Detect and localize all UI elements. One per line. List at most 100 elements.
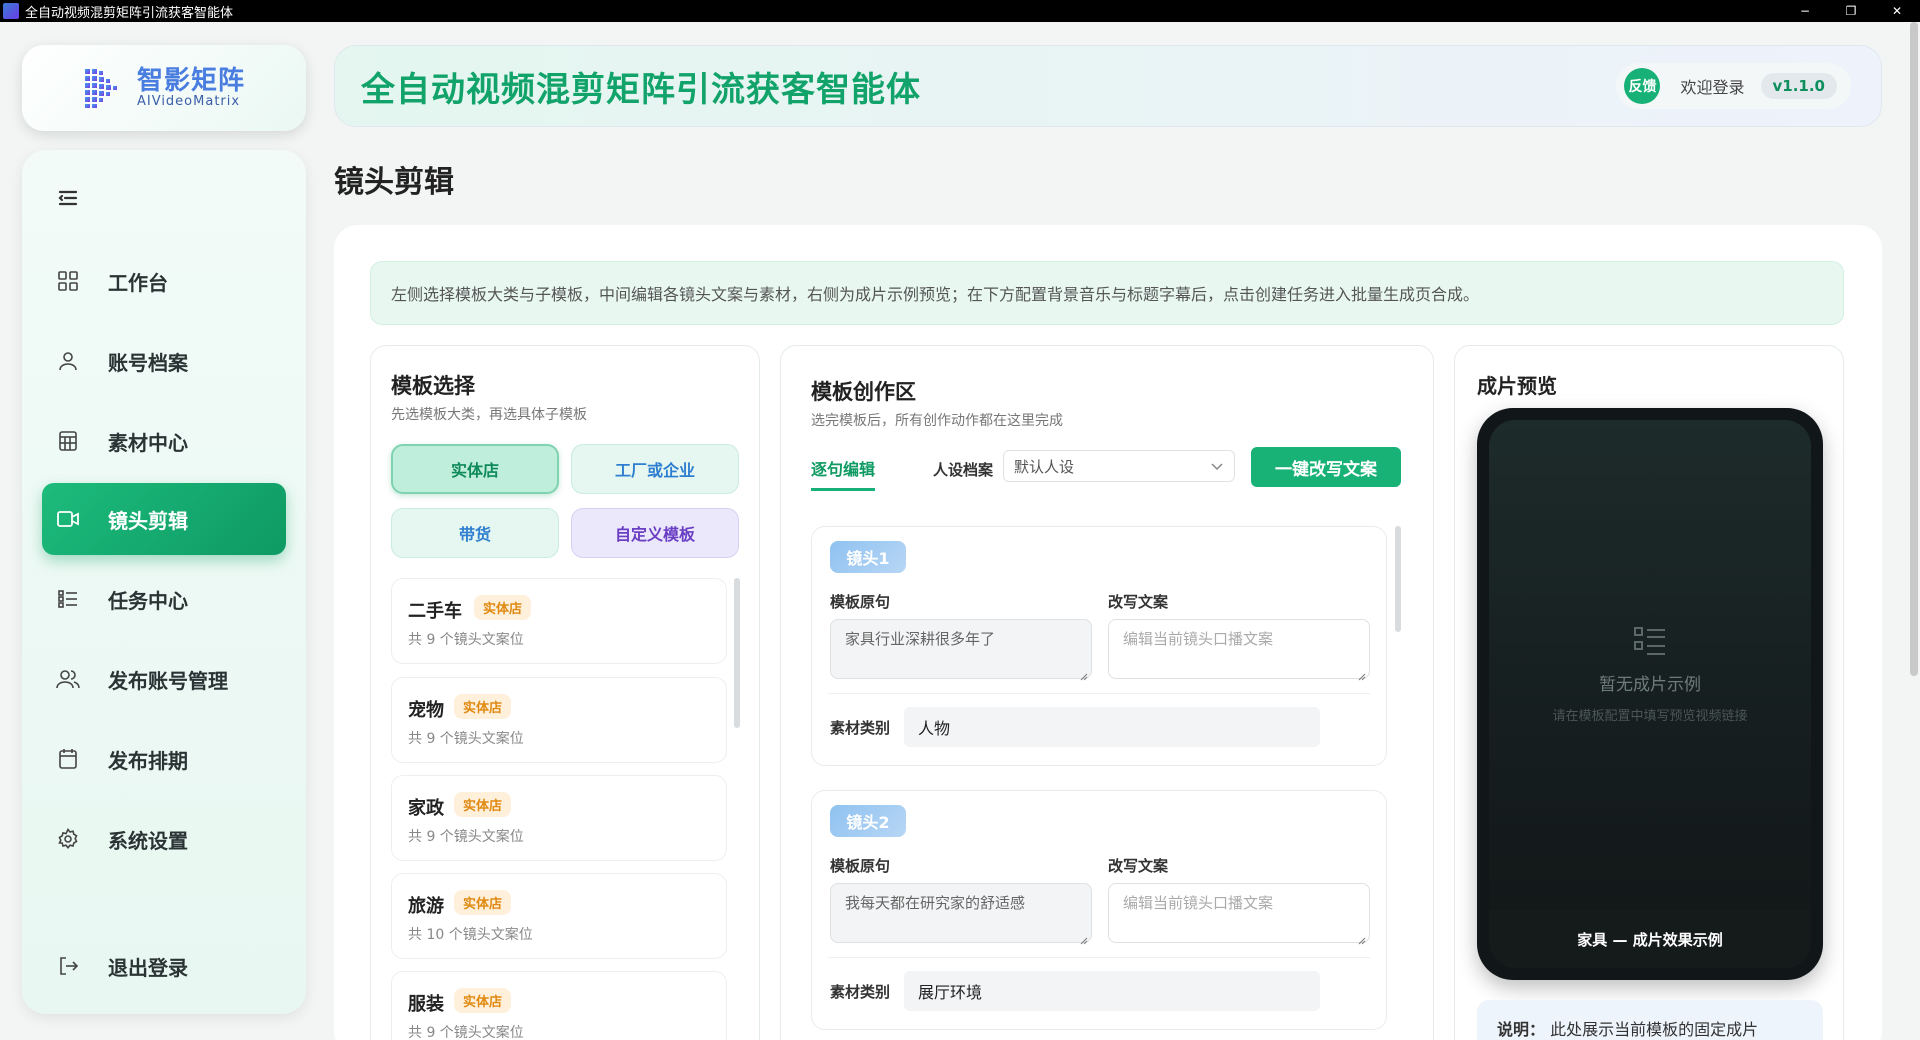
rewrite-label: 改写文案 xyxy=(1108,593,1169,611)
welcome-login-link[interactable]: 欢迎登录 xyxy=(1680,74,1744,98)
video-camera-icon xyxy=(56,507,80,531)
rewrite-all-button[interactable]: 一键改写文案 xyxy=(1251,447,1401,487)
template-badge: 实体店 xyxy=(454,694,512,719)
resize-grip-icon[interactable] xyxy=(1358,667,1366,681)
original-sentence-field: 我每天都在研究家的舒适感 xyxy=(830,883,1092,945)
logo-cn-text: 智影矩阵 xyxy=(136,66,245,96)
sidebar-item-account-profile[interactable]: 账号档案 xyxy=(42,325,286,397)
editor-scrollbar[interactable] xyxy=(1395,526,1401,632)
category-physical-store[interactable]: 实体店 xyxy=(391,444,559,494)
original-label: 模板原句 xyxy=(830,857,891,875)
template-badge: 实体店 xyxy=(454,792,512,817)
logo-card: 智影矩阵 AIVideoMatrix xyxy=(22,45,306,131)
user-icon xyxy=(56,349,80,373)
editor-panel: 模板创作区 选完模板后，所有创作动作都在这里完成 逐句编辑 人设档案 默认人设 … xyxy=(780,345,1434,1040)
template-item[interactable]: 二手车 实体店 共 9 个镜头文案位 xyxy=(391,578,727,664)
template-item[interactable]: 服装 实体店 共 9 个镜头文案位 xyxy=(391,971,727,1040)
sidebar-item-label: 任务中心 xyxy=(108,588,188,613)
calculator-icon xyxy=(56,429,80,453)
original-sentence-text: 家具行业深耕很多年了 xyxy=(845,630,996,648)
divider xyxy=(828,693,1370,694)
app-icon xyxy=(3,3,19,19)
material-category-field[interactable]: 展厅环境 xyxy=(904,971,1320,1011)
shot-badge: 镜头1 xyxy=(830,541,906,573)
sidebar-item-task-center[interactable]: 任务中心 xyxy=(42,563,286,635)
app-title: 全自动视频混剪矩阵引流获客智能体 xyxy=(361,69,921,110)
material-category-field[interactable]: 人物 xyxy=(904,707,1320,747)
category-factory[interactable]: 工厂或企业 xyxy=(571,444,739,494)
sidebar-item-workbench[interactable]: 工作台 xyxy=(42,245,286,317)
users-icon xyxy=(56,667,80,691)
preview-note: 说明： 此处展示当前模板的固定成片 xyxy=(1477,1000,1823,1040)
sidebar-item-material-center[interactable]: 素材中心 xyxy=(42,405,286,477)
menu-toggle-icon[interactable] xyxy=(56,186,80,210)
category-sales[interactable]: 带货 xyxy=(391,508,559,558)
template-panel: 模板选择 先选模板大类，再选具体子模板 实体店 工厂或企业 带货 自定义模板 二… xyxy=(370,345,760,1040)
persona-select[interactable]: 默认人设 xyxy=(1003,450,1235,482)
rewrite-label: 改写文案 xyxy=(1108,857,1169,875)
resize-grip-icon[interactable] xyxy=(1080,931,1088,945)
resize-grip-icon[interactable] xyxy=(1358,931,1366,945)
header-user-area: 反馈 欢迎登录 v1.1.0 xyxy=(1616,63,1851,109)
tab-sentence-edit[interactable]: 逐句编辑 xyxy=(811,456,876,491)
logo-icon xyxy=(83,65,129,111)
window-title: 全自动视频混剪矩阵引流获客智能体 xyxy=(25,5,234,21)
sidebar-item-label: 镜头剪辑 xyxy=(108,508,188,533)
preview-title: 成片预览 xyxy=(1477,374,1557,398)
grid-icon xyxy=(56,269,80,293)
phone-screen: 暂无成片示例 请在模板配置中填写预览视频链接 家具 — 成片效果示例 xyxy=(1489,420,1811,968)
calendar-icon xyxy=(56,747,80,771)
close-button[interactable]: ✕ xyxy=(1874,0,1920,22)
material-label: 素材类别 xyxy=(830,719,891,737)
persona-selected-value: 默认人设 xyxy=(1014,457,1075,476)
template-name: 服装 xyxy=(408,994,444,1015)
template-name: 二手车 xyxy=(408,601,462,622)
shot-card: 镜头1 模板原句 改写文案 家具行业深耕很多年了 编辑当前镜头口播文案 素材类别… xyxy=(811,526,1387,766)
sidebar-item-shot-editing[interactable]: 镜头剪辑 xyxy=(42,483,286,555)
empty-list-icon xyxy=(1632,624,1668,660)
minimize-button[interactable]: − xyxy=(1782,0,1828,22)
template-panel-subtitle: 先选模板大类，再选具体子模板 xyxy=(391,407,587,423)
template-list-scrollbar[interactable] xyxy=(734,578,740,728)
main-card: 左侧选择模板大类与子模板，中间编辑各镜头文案与素材，右侧为成片示例预览；在下方配… xyxy=(334,225,1882,1040)
material-label: 素材类别 xyxy=(830,983,891,1001)
rewrite-placeholder: 编辑当前镜头口播文案 xyxy=(1123,630,1274,648)
empty-preview-title: 暂无成片示例 xyxy=(1599,675,1701,695)
divider xyxy=(828,957,1370,958)
template-item[interactable]: 宠物 实体店 共 9 个镜头文案位 xyxy=(391,677,727,763)
template-count: 共 9 个镜头文案位 xyxy=(408,829,524,845)
version-badge: v1.1.0 xyxy=(1760,73,1837,99)
template-name: 家政 xyxy=(408,798,444,819)
feedback-button[interactable]: 反馈 xyxy=(1624,68,1661,104)
rewrite-textarea[interactable]: 编辑当前镜头口播文案 xyxy=(1108,619,1370,681)
tip-banner: 左侧选择模板大类与子模板，中间编辑各镜头文案与素材，右侧为成片示例预览；在下方配… xyxy=(370,261,1844,325)
template-item[interactable]: 旅游 实体店 共 10 个镜头文案位 xyxy=(391,873,727,959)
sidebar-item-system-settings[interactable]: 系统设置 xyxy=(42,803,286,875)
editor-subtitle: 选完模板后，所有创作动作都在这里完成 xyxy=(811,413,1063,429)
logo-en-text: AIVideoMatrix xyxy=(136,94,241,109)
template-count: 共 9 个镜头文案位 xyxy=(408,731,524,747)
original-sentence-text: 我每天都在研究家的舒适感 xyxy=(845,894,1026,912)
category-custom[interactable]: 自定义模板 xyxy=(571,508,739,558)
template-badge: 实体店 xyxy=(454,890,512,915)
note-text: 此处展示当前模板的固定成片 xyxy=(1550,1020,1759,1039)
shot-card: 镜头2 模板原句 改写文案 我每天都在研究家的舒适感 编辑当前镜头口播文案 素材… xyxy=(811,790,1387,1030)
empty-preview-subtitle: 请在模板配置中填写预览视频链接 xyxy=(1552,709,1748,724)
maximize-button[interactable]: ❐ xyxy=(1828,0,1874,22)
sidebar-item-label: 素材中心 xyxy=(108,430,188,455)
preview-panel: 成片预览 暂无成片示例 请在模板配置中填写预览视频链接 家具 — 成片效果示例 … xyxy=(1454,345,1844,1040)
sidebar-item-publish-accounts[interactable]: 发布账号管理 xyxy=(42,643,286,715)
sidebar-item-label: 系统设置 xyxy=(108,828,188,853)
resize-grip-icon[interactable] xyxy=(1080,667,1088,681)
sidebar-item-publish-schedule[interactable]: 发布排期 xyxy=(42,723,286,795)
rewrite-textarea[interactable]: 编辑当前镜头口播文案 xyxy=(1108,883,1370,945)
template-count: 共 9 个镜头文案位 xyxy=(408,1025,524,1040)
rewrite-placeholder: 编辑当前镜头口播文案 xyxy=(1123,894,1274,912)
template-badge: 实体店 xyxy=(454,988,512,1013)
logout-button[interactable]: 退出登录 xyxy=(42,930,286,1002)
page-scrollbar[interactable] xyxy=(1910,22,1918,676)
editor-title: 模板创作区 xyxy=(811,380,916,404)
shot-badge: 镜头2 xyxy=(830,805,906,837)
template-panel-title: 模板选择 xyxy=(391,374,475,398)
template-item[interactable]: 家政 实体店 共 9 个镜头文案位 xyxy=(391,775,727,861)
